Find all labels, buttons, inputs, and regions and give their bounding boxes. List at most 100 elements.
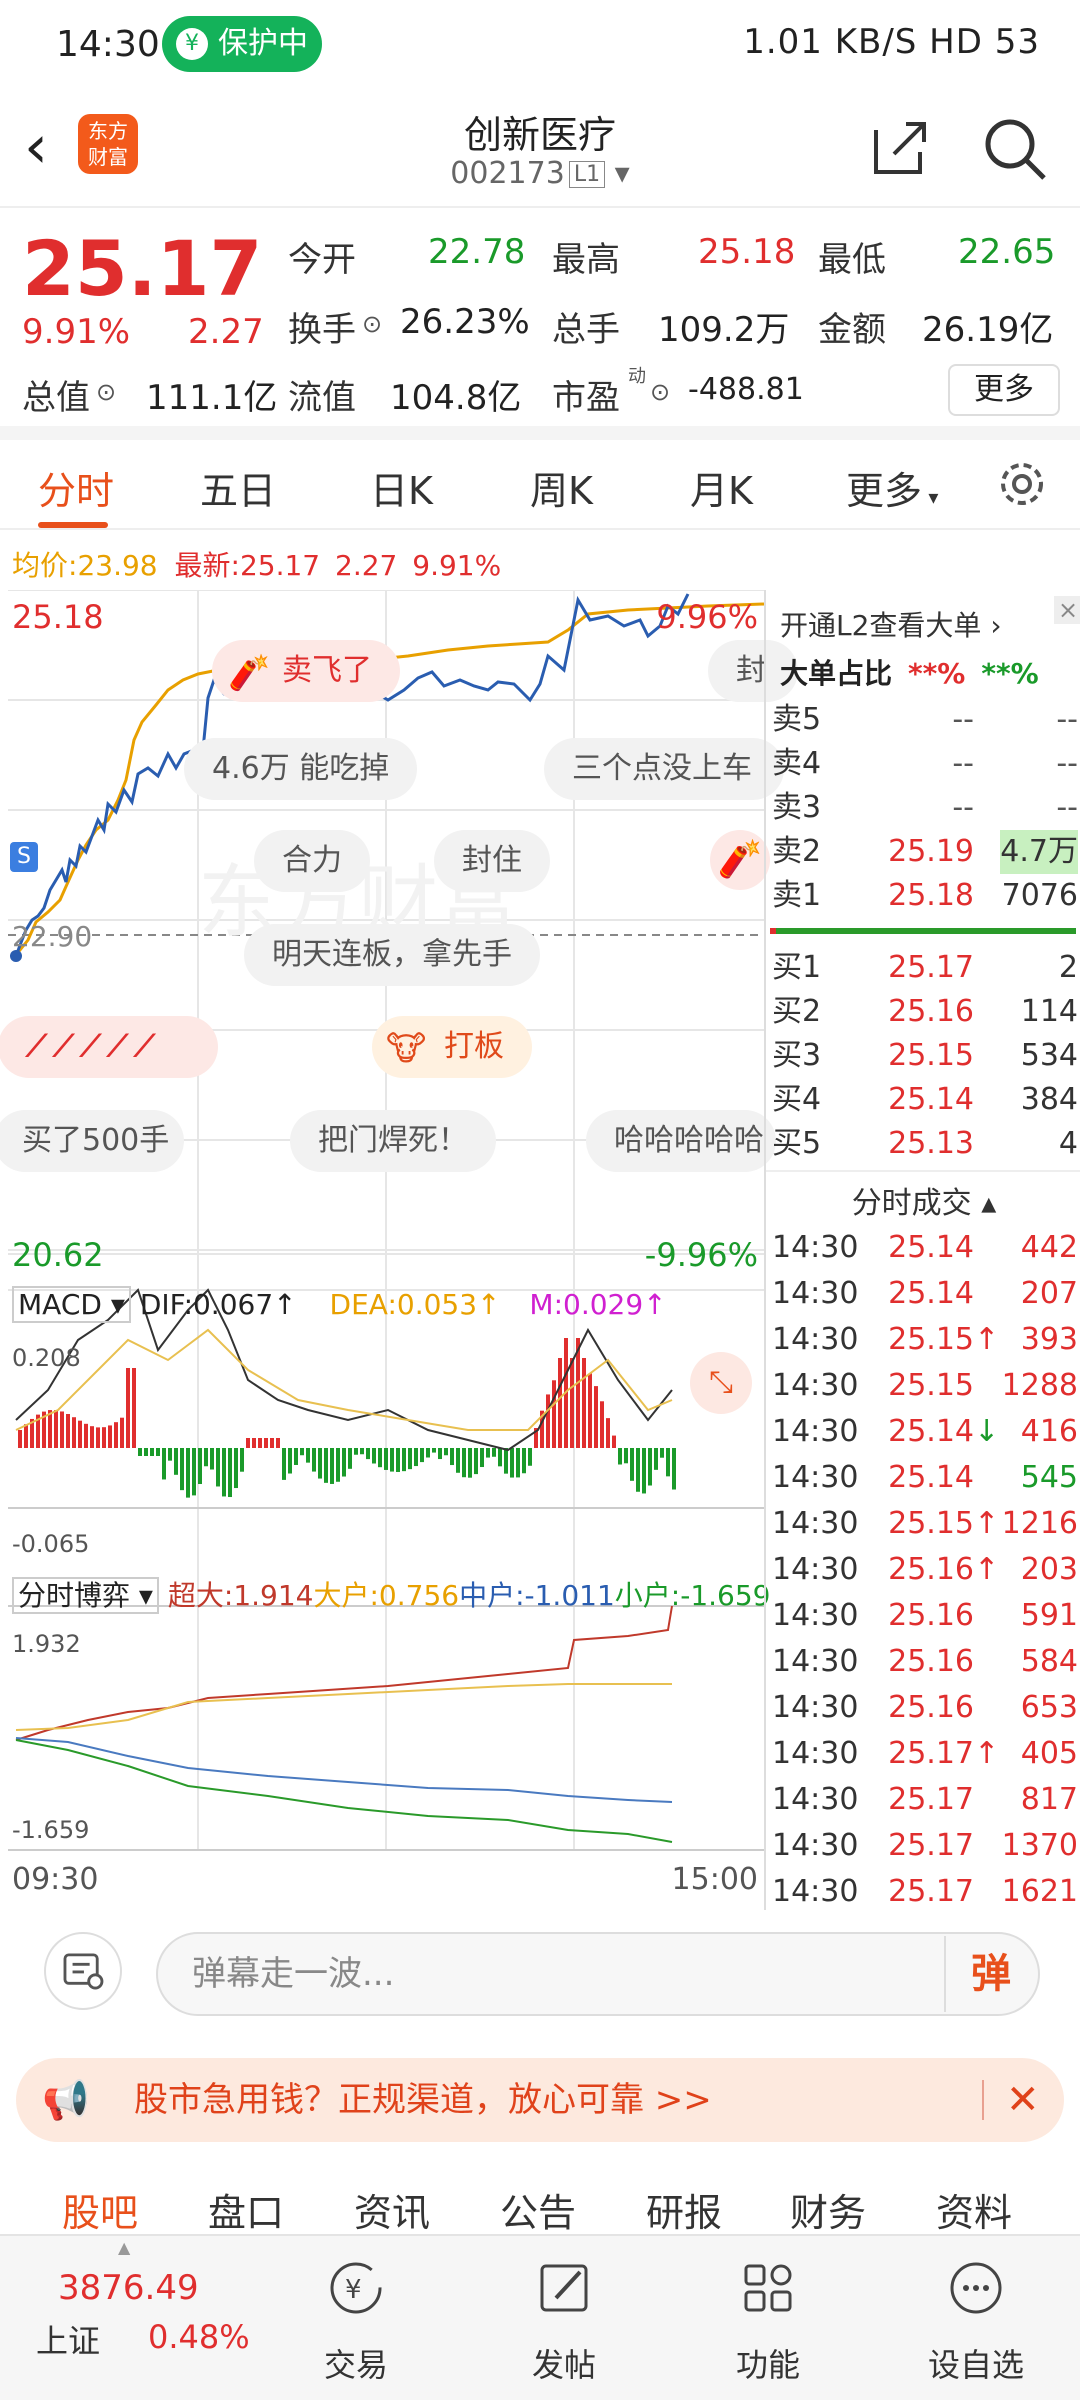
macd-bar <box>456 1448 460 1473</box>
tab-post[interactable]: 发帖 <box>484 2340 644 2386</box>
buy-row-price: 25.16 <box>888 994 974 1029</box>
sell-row-label: 卖5 <box>772 702 822 737</box>
macd-bar <box>96 1427 100 1448</box>
top-pct: 9.96% <box>656 598 758 636</box>
info-icon[interactable]: ⊙ <box>362 310 382 338</box>
macd-bar <box>180 1448 184 1491</box>
danmaku-bubble[interactable]: 🐮 打板 <box>372 1016 532 1078</box>
search-icon[interactable] <box>982 116 1048 182</box>
quote-panel: 25.17 9.91% 2.27 今开 22.78 最高 25.18 最低 22… <box>0 208 1080 440</box>
trade-row-volume: 1621 <box>1001 1874 1078 1909</box>
ad-banner[interactable]: 📢 股市急用钱？正规渠道，放心可靠 >> ✕ <box>16 2058 1064 2142</box>
low-label: 最低 <box>818 240 886 280</box>
trade-row-price: 25.15 <box>888 1368 974 1403</box>
index-value[interactable]: 3876.49 <box>58 2268 199 2308</box>
open-l2-link[interactable]: 开通L2查看大单 › <box>780 604 1002 644</box>
trade-icon[interactable]: ¥ <box>326 2258 386 2318</box>
macd-bar <box>294 1448 298 1465</box>
tab-announce[interactable]: 公告 <box>500 2182 576 2237</box>
more-button[interactable]: 更多 <box>948 364 1060 416</box>
macd-bar <box>648 1448 652 1486</box>
danmaku-bubble[interactable]: 4.6万 能吃掉 <box>184 738 418 800</box>
danmaku-send-button[interactable]: 弹 <box>944 1936 1036 2012</box>
close-icon[interactable]: ✕ <box>1006 2058 1040 2142</box>
danmaku-toggle[interactable] <box>44 1932 122 2010</box>
danmaku-bubble[interactable]: 🧨 卖飞了 <box>212 640 400 702</box>
trade-row-volume: 1288 <box>1001 1368 1078 1403</box>
macd-bar <box>330 1448 334 1484</box>
info-icon[interactable]: ⊙ <box>650 378 670 406</box>
tab-monthly[interactable]: 月K <box>690 460 753 515</box>
tab-watchlist[interactable]: 设自选 <box>896 2340 1056 2386</box>
macd-bar <box>354 1448 358 1455</box>
danmaku-bubble[interactable]: 明天连板，拿先手 <box>244 924 540 986</box>
danmaku-bubble[interactable]: 封住 <box>434 830 550 892</box>
macd-bar <box>204 1448 208 1467</box>
macd-bar <box>132 1368 136 1448</box>
trade-row-volume: 207 <box>1020 1276 1078 1311</box>
macd-bar <box>60 1411 64 1448</box>
intraday-chart[interactable]: 东方财富 25.18 9.96% 22.90 S 20.62 -9.96% MA… <box>0 590 798 2276</box>
info-icon[interactable]: ⊙ <box>96 378 116 406</box>
sell-row-volume: -- <box>1056 746 1078 781</box>
danmaku-bubble[interactable]: 买了500手 <box>0 1110 184 1172</box>
trade-row: 14:30 25.16 653 <box>772 1686 1080 1730</box>
tab-daily[interactable]: 日K <box>370 460 433 515</box>
expand-icon[interactable]: ⤡ <box>690 1352 752 1414</box>
danmaku-bubble[interactable]: 三个点没上车 <box>544 738 784 800</box>
trade-row-volume: 653 <box>1020 1690 1078 1725</box>
order-book: 开通L2查看大单 › × 大单占比 **% **% 卖5 -- -- 卖4 -- -- 卖3 --… <box>764 590 1080 1910</box>
macd-bar <box>438 1448 442 1460</box>
grid-icon[interactable] <box>738 2258 798 2318</box>
macd-bar <box>186 1448 190 1498</box>
danmaku-bubble[interactable]: 把门焊死！ <box>290 1110 496 1172</box>
tab-pankou[interactable]: 盘口 <box>208 2182 284 2237</box>
macd-bar <box>522 1448 526 1474</box>
trade-row-price: 25.17 <box>888 1828 974 1863</box>
tab-news[interactable]: 资讯 <box>354 2182 430 2237</box>
danmaku-bubble[interactable]: 哈哈哈哈哈 <box>586 1110 776 1172</box>
trade-row-volume: 416 <box>1020 1414 1078 1449</box>
macd-bar <box>402 1448 406 1472</box>
cow-icon: 🐮 <box>386 1029 427 1069</box>
macd-selector[interactable]: MACD ▾ <box>12 1286 131 1323</box>
macd-bar <box>480 1448 484 1468</box>
ad-text: 股市急用钱？正规渠道，放心可靠 >> <box>134 2080 712 2120</box>
buy-row: 买4 25.14 384 <box>772 1078 1080 1122</box>
trades-title[interactable]: 分时成交 ▴ <box>766 1178 1080 1222</box>
firecracker-icon: 🧨 <box>228 653 271 693</box>
tab-weekly[interactable]: 周K <box>530 460 593 515</box>
tab-intraday[interactable]: 分时 <box>38 460 114 515</box>
tab-5day[interactable]: 五日 <box>200 460 276 515</box>
buy-row: 买1 25.17 2 <box>772 946 1080 990</box>
sell-row: 卖5 -- -- <box>772 698 1080 742</box>
close-icon[interactable]: × <box>1054 596 1080 624</box>
share-icon[interactable] <box>870 116 932 178</box>
trade-row-label: 14:30 <box>772 1460 859 1495</box>
settings-icon[interactable] <box>996 458 1048 510</box>
tab-trade[interactable]: 交易 <box>276 2340 436 2386</box>
firecracker-icon: 🧨 <box>710 830 770 890</box>
tab-guba[interactable]: 股吧 <box>62 2182 138 2237</box>
tab-function[interactable]: 功能 <box>688 2340 848 2386</box>
trade-row-label: 14:30 <box>772 1690 859 1725</box>
danmaku-input[interactable]: 弹幕走一波... <box>156 1932 1040 2016</box>
index-pct[interactable]: 0.48% <box>148 2318 250 2356</box>
tab-profile[interactable]: 资料 <box>936 2182 1012 2237</box>
top-price: 25.18 <box>12 598 104 636</box>
danmaku-bubble[interactable]: 合力 <box>254 830 370 892</box>
post-icon[interactable] <box>534 2258 594 2318</box>
tab-more[interactable]: 更多 ▾ <box>846 460 938 515</box>
trade-row-price: 25.14 <box>888 1230 974 1265</box>
trade-row-label: 14:30 <box>772 1506 859 1541</box>
more-dots-icon[interactable] <box>946 2258 1006 2318</box>
tab-research[interactable]: 研报 <box>646 2182 722 2237</box>
macd-bar <box>240 1448 244 1472</box>
tab-finance[interactable]: 财务 <box>790 2182 866 2237</box>
sell-row-price: -- <box>952 702 974 737</box>
index-name[interactable]: 上证 <box>36 2316 100 2362</box>
trade-row-price: 25.16 <box>888 1598 974 1633</box>
trade-row-label: 14:30 <box>772 1230 859 1265</box>
danmaku-bubble[interactable]: ⟋⟋⟋⟋⟋ <box>0 1016 218 1078</box>
flow-selector[interactable]: 分时博弈 ▾ <box>12 1577 159 1614</box>
